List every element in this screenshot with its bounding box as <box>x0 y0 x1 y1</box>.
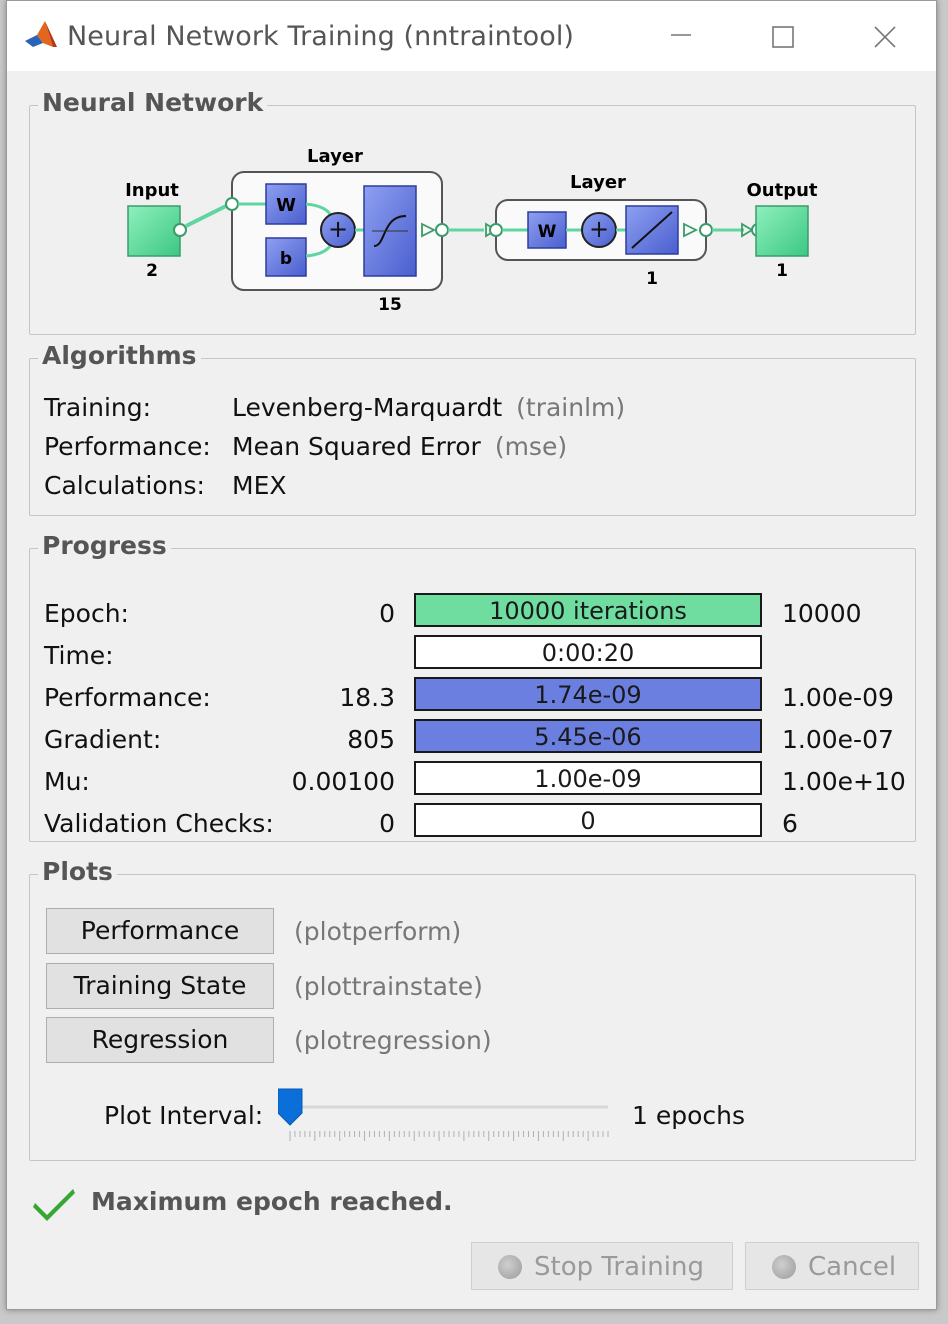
nntraintool-window: Neural Network Training (nntraintool) Ne… <box>6 0 937 1310</box>
output-size: 1 <box>776 261 788 281</box>
plot-training-state-func: (plottrainstate) <box>294 972 483 1001</box>
algo-calculations-name: MEX <box>232 471 287 500</box>
algo-training-value: Levenberg-Marquardt (trainlm) <box>232 393 625 422</box>
progress-performance-end: 1.00e-09 <box>782 683 894 712</box>
algo-calculations-value: MEX <box>232 471 287 500</box>
matlab-logo-icon <box>25 21 57 47</box>
progress-validation-checks-end: 6 <box>782 809 798 838</box>
input-block <box>127 205 181 257</box>
plot-interval-slider[interactable] <box>278 1085 618 1145</box>
progress-epoch-start: 0 <box>379 599 395 628</box>
progress-mu-end: 1.00e+10 <box>782 767 906 796</box>
input-label: Input <box>125 180 179 201</box>
slider-ticks <box>289 1131 609 1141</box>
plot-regression-func: (plotregression) <box>294 1026 492 1055</box>
svg-text:+: + <box>328 215 348 243</box>
progress-time-label: Time: <box>44 641 114 670</box>
progress-group: Progress Epoch: 0 10000 iterations 10000 Tim… <box>29 531 916 842</box>
algorithms-group: Algorithms Training: Levenberg-Marquardt… <box>29 341 916 516</box>
algo-performance-value: Mean Squared Error (mse) <box>232 432 567 461</box>
progress-gradient-start: 805 <box>347 725 395 754</box>
progress-performance-bar: 1.74e-09 <box>414 677 762 711</box>
plot-training-state-button[interactable]: Training State <box>46 963 274 1009</box>
progress-epoch-label: Epoch: <box>44 599 129 628</box>
svg-text:+: + <box>589 215 609 243</box>
close-icon <box>874 26 896 48</box>
progress-gradient-label: Gradient: <box>44 725 162 754</box>
algo-training-func: (trainlm) <box>516 393 626 422</box>
output-label: Output <box>746 180 817 201</box>
plot-performance-func: (plotperform) <box>294 917 462 946</box>
progress-validation-checks-current: 0 <box>580 807 596 835</box>
hidden-weight-label: W <box>276 195 296 216</box>
cancel-label: Cancel <box>808 1252 897 1282</box>
progress-performance-start: 18.3 <box>339 683 395 712</box>
cancel-button[interactable]: Cancel <box>745 1242 919 1290</box>
output-layer-size: 1 <box>646 269 658 289</box>
progress-epoch-bar: 10000 iterations <box>414 593 762 627</box>
input-size: 2 <box>146 261 158 281</box>
network-diagram: Input 2 Layer W b + 15 Layer W + 1 Outpu… <box>125 146 818 315</box>
output-weight-label: W <box>538 222 557 242</box>
minimize-icon <box>671 34 691 36</box>
output-block <box>755 205 809 257</box>
minimize-button[interactable] <box>651 11 711 61</box>
status-message: Maximum epoch reached. <box>91 1187 453 1216</box>
hidden-layer-size: 15 <box>378 295 402 315</box>
plots-group-title: Plots <box>38 857 117 886</box>
progress-epoch-current: 10000 iterations <box>489 597 687 625</box>
progress-validation-checks-start: 0 <box>379 809 395 838</box>
algorithms-group-title: Algorithms <box>38 341 201 370</box>
plot-performance-button[interactable]: Performance <box>46 908 274 954</box>
stop-training-button[interactable]: Stop Training <box>471 1242 733 1290</box>
progress-epoch-end: 10000 <box>782 599 862 628</box>
progress-mu-start: 0.00100 <box>291 767 395 796</box>
progress-gradient-current: 5.45e-06 <box>534 723 642 751</box>
stop-training-label: Stop Training <box>534 1252 704 1282</box>
algo-performance-func: (mse) <box>494 432 568 461</box>
window-title: Neural Network Training (nntraintool) <box>67 21 575 52</box>
progress-time-bar: 0:00:20 <box>414 635 762 669</box>
algo-performance-label: Performance: <box>44 432 211 461</box>
algo-training-label: Training: <box>44 393 152 422</box>
plot-interval-value: 1 epochs <box>632 1101 746 1130</box>
progress-mu-bar: 1.00e-09 <box>414 761 762 795</box>
output-layer-label: Layer <box>570 172 626 193</box>
algo-calculations-label: Calculations: <box>44 471 205 500</box>
algo-performance-name: Mean Squared Error <box>232 432 481 461</box>
plot-interval-label: Plot Interval: <box>104 1101 264 1130</box>
progress-group-title: Progress <box>38 531 171 560</box>
plots-group: Plots Performance (plotperform) Training… <box>29 857 916 1161</box>
progress-gradient-bar: 5.45e-06 <box>414 719 762 753</box>
cancel-icon <box>772 1255 796 1279</box>
progress-performance-current: 1.74e-09 <box>534 681 642 709</box>
hidden-layer-label: Layer <box>307 146 363 167</box>
progress-performance-label: Performance: <box>44 683 211 712</box>
progress-mu-label: Mu: <box>44 767 90 796</box>
progress-gradient-end: 1.00e-07 <box>782 725 894 754</box>
slider-thumb[interactable] <box>278 1088 303 1126</box>
maximize-button[interactable] <box>753 11 813 61</box>
progress-validation-checks-label: Validation Checks: <box>44 809 274 838</box>
close-button[interactable] <box>855 11 915 61</box>
plot-regression-button[interactable]: Regression <box>46 1017 274 1063</box>
progress-time-current: 0:00:20 <box>541 639 635 667</box>
algo-training-name: Levenberg-Marquardt <box>232 393 503 422</box>
title-bar: Neural Network Training (nntraintool) <box>7 1 936 71</box>
checkmark-icon <box>33 1189 75 1221</box>
progress-validation-checks-bar: 0 <box>414 803 762 837</box>
hidden-bias-label: b <box>280 249 292 269</box>
neural-network-group: Neural Network Input 2 Layer W b + 15 La… <box>29 88 916 335</box>
progress-mu-current: 1.00e-09 <box>534 765 642 793</box>
stop-icon <box>498 1255 522 1279</box>
maximize-icon <box>772 26 794 48</box>
